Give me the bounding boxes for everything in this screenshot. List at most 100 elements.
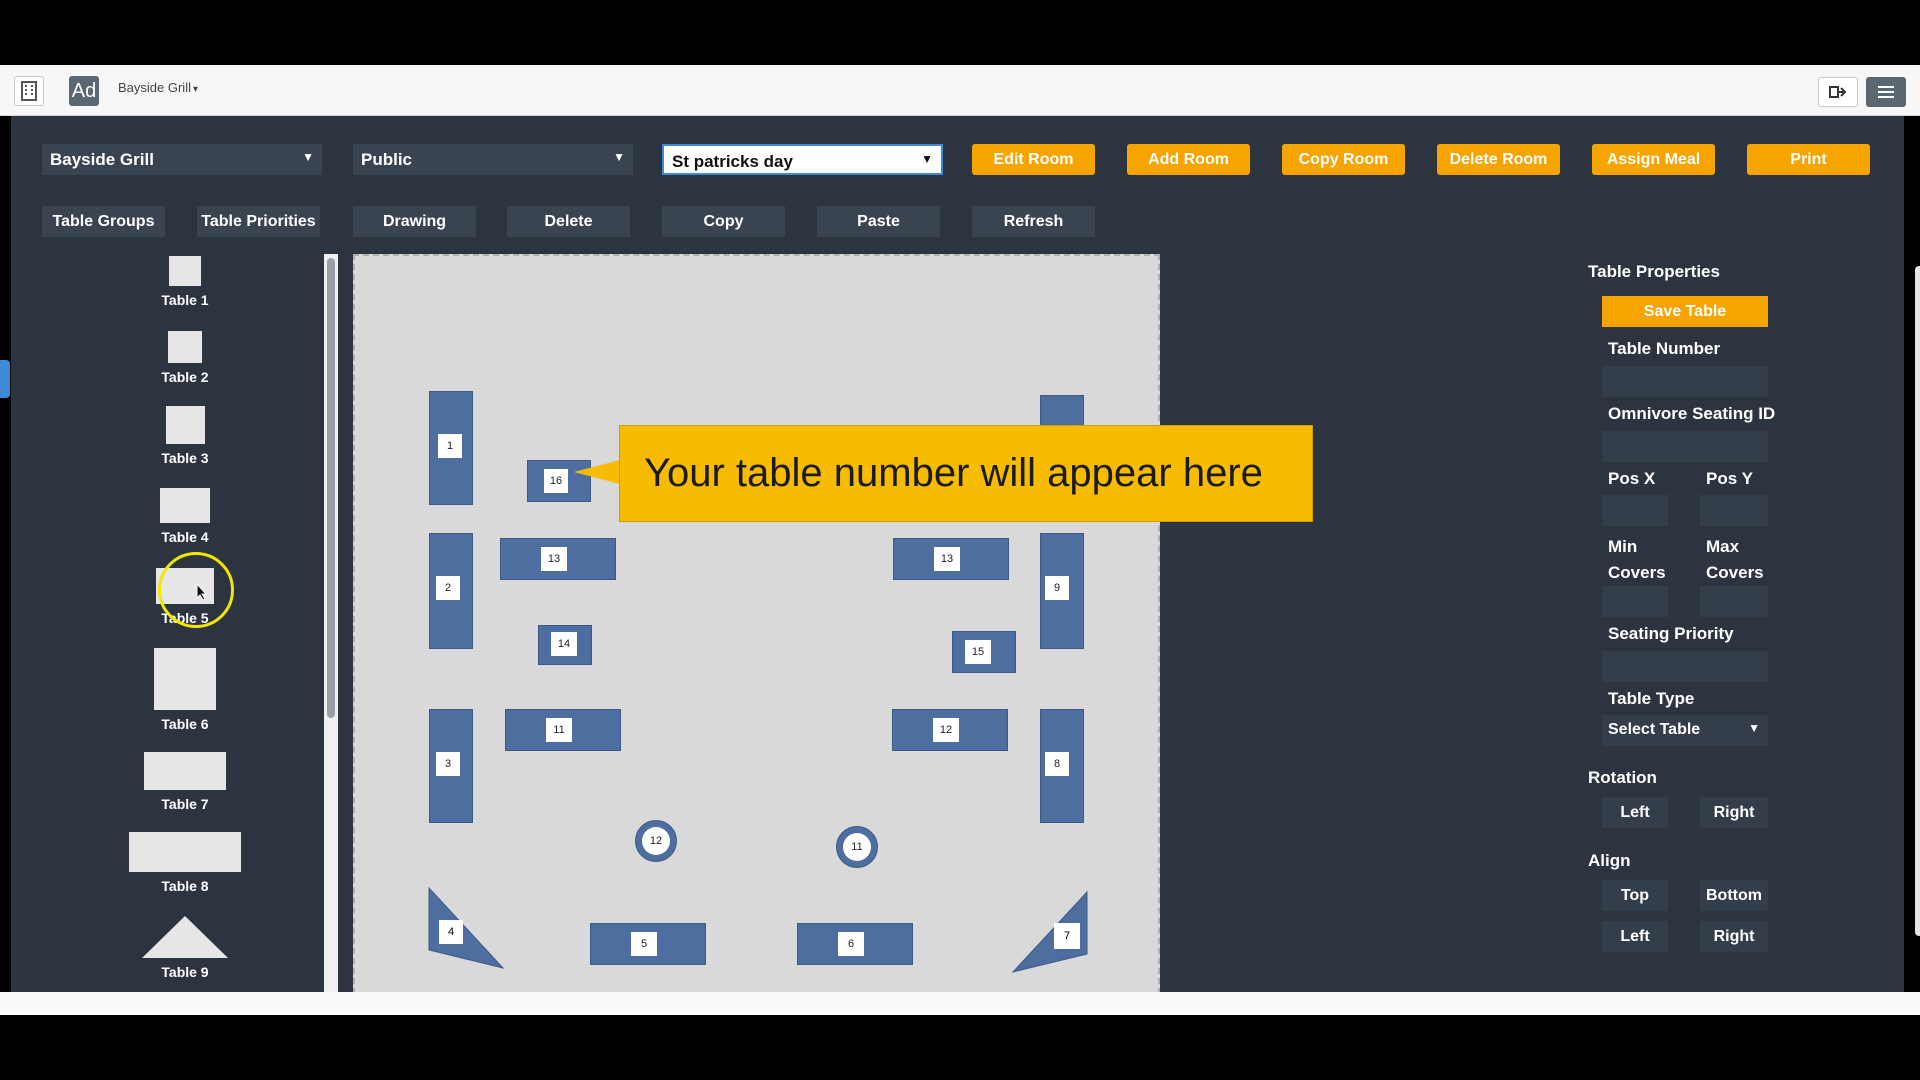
hamburger-icon [1878, 86, 1894, 98]
paste-button[interactable]: Paste [817, 206, 940, 237]
table-number: 2 [436, 576, 460, 600]
align-bottom-button[interactable]: Bottom [1700, 880, 1768, 911]
room-select[interactable]: St patricks day ▼ [662, 144, 943, 175]
delete-button[interactable]: Delete [507, 206, 630, 237]
table-type-value: Select Table [1608, 721, 1701, 738]
pos-x-field[interactable] [1602, 495, 1668, 526]
min-covers-label-line2: Covers [1608, 563, 1666, 582]
table-number: 12 [642, 827, 670, 855]
table-number: 14 [551, 632, 577, 656]
palette-item-label: Table 8 [161, 878, 209, 894]
pos-x-label: Pos X [1608, 469, 1656, 488]
page-scrollbar[interactable] [1915, 266, 1920, 936]
table-shape [165, 406, 205, 444]
seating-priority-field[interactable] [1602, 651, 1768, 682]
floor-table[interactable]: 5 [590, 923, 706, 965]
floor-table[interactable]: 12 [892, 709, 1008, 751]
pos-y-field[interactable] [1700, 495, 1768, 526]
bottom-strip [0, 992, 1920, 1015]
top-bar: Ad Bayside Grill ▾ [0, 65, 1920, 116]
palette-item[interactable]: Table 3 [45, 406, 325, 466]
align-top-button[interactable]: Top [1602, 880, 1668, 911]
logout-button[interactable] [1818, 77, 1858, 107]
assign-meal-button[interactable]: Assign Meal [1592, 144, 1715, 175]
save-table-button[interactable]: Save Table [1602, 296, 1768, 327]
palette-item-label: Table 1 [161, 292, 209, 308]
building-icon[interactable] [14, 76, 44, 106]
floor-table[interactable]: 6 [797, 923, 913, 965]
tutorial-tooltip: Your table number will appear here [619, 425, 1313, 522]
edit-room-button[interactable]: Edit Room [972, 144, 1095, 175]
app-logo[interactable]: Ad [69, 76, 99, 106]
align-left-button[interactable]: Left [1602, 921, 1668, 952]
floor-table[interactable]: 1 [429, 391, 473, 505]
delete-room-button[interactable]: Delete Room [1437, 144, 1560, 175]
round-table[interactable]: 11 [836, 826, 878, 868]
sidebar-toggle-tab[interactable] [0, 360, 10, 398]
round-table[interactable]: 12 [635, 820, 677, 862]
min-covers-label: Min Covers [1608, 534, 1666, 586]
floor-table[interactable]: 11 [505, 709, 621, 751]
max-covers-field[interactable] [1700, 586, 1768, 617]
table-number: 6 [838, 932, 864, 956]
drawing-button[interactable]: Drawing [353, 206, 476, 237]
palette-item-label: Table 6 [161, 716, 209, 732]
copy-button[interactable]: Copy [662, 206, 785, 237]
chevron-down-icon: ▼ [1748, 721, 1760, 735]
table-number: 5 [631, 932, 657, 956]
palette-item[interactable]: Table 9 [45, 916, 325, 980]
venue-select[interactable]: Bayside Grill ▼ [42, 144, 322, 175]
floor-table[interactable]: 9 [1040, 533, 1084, 649]
floor-table[interactable]: 15 [952, 631, 1016, 673]
floor-table[interactable]: 13 [500, 538, 616, 580]
triangle-table-shape [142, 916, 228, 958]
menu-button[interactable] [1866, 77, 1906, 107]
table-priorities-button[interactable]: Table Priorities [197, 206, 320, 237]
refresh-button[interactable]: Refresh [972, 206, 1095, 237]
max-covers-label-line1: Max [1706, 537, 1740, 556]
rotate-right-button[interactable]: Right [1700, 797, 1768, 828]
add-room-button[interactable]: Add Room [1127, 144, 1250, 175]
palette-item-label: Table 7 [161, 796, 209, 812]
floor-table[interactable]: 3 [429, 709, 473, 823]
tooltip-pointer [574, 460, 620, 484]
min-covers-field[interactable] [1602, 586, 1668, 617]
palette-scrollbar[interactable] [324, 254, 338, 992]
floor-table[interactable]: 14 [538, 625, 592, 665]
palette-item[interactable]: Table 6 [45, 648, 325, 732]
chevron-down-icon: ▾ [192, 84, 198, 95]
app-window: Ad Bayside Grill ▾ Bayside Grill ▼ Public ▼… [0, 0, 1920, 1080]
table-type-select[interactable]: Select Table ▼ [1602, 715, 1768, 746]
table-number: 11 [546, 718, 572, 742]
table-number-field[interactable] [1602, 366, 1768, 397]
table-number: 1 [438, 434, 462, 458]
venue-switcher[interactable]: Bayside Grill ▾ [118, 80, 198, 95]
print-button[interactable]: Print [1747, 144, 1870, 175]
omnivore-label: Omnivore Seating ID [1608, 404, 1776, 423]
palette-item[interactable]: Table 7 [45, 752, 325, 812]
logo-text: Ad [71, 79, 97, 102]
floor-table[interactable]: 13 [893, 538, 1009, 580]
table-groups-button[interactable]: Table Groups [42, 206, 165, 237]
table-number: 15 [965, 640, 991, 664]
room-select-value: St patricks day [672, 152, 793, 171]
align-right-button[interactable]: Right [1700, 921, 1768, 952]
max-covers-label: Max Covers [1706, 534, 1764, 586]
palette-item[interactable]: Table 4 [45, 488, 325, 545]
mouse-pointer-icon [196, 583, 208, 601]
align-label: Align [1588, 851, 1631, 870]
floor-table[interactable]: 8 [1040, 709, 1084, 823]
rotate-left-button[interactable]: Left [1602, 797, 1668, 828]
table-type-label: Table Type [1608, 689, 1695, 708]
palette-item[interactable]: Table 2 [45, 331, 325, 385]
omnivore-seating-id-field[interactable] [1602, 431, 1768, 462]
table-number: 3 [436, 752, 460, 776]
palette-item[interactable]: Table 1 [45, 256, 325, 308]
floor-table[interactable]: 2 [429, 533, 473, 649]
visibility-select[interactable]: Public ▼ [353, 144, 633, 175]
palette-item[interactable]: Table 8 [45, 832, 325, 894]
chevron-down-icon: ▼ [302, 150, 314, 164]
floor-plan-canvas[interactable]: 1 16 13 13 9 2 14 15 3 11 12 8 12 11 4 5… [353, 254, 1160, 994]
scrollbar-thumb[interactable] [327, 258, 335, 718]
copy-room-button[interactable]: Copy Room [1282, 144, 1405, 175]
